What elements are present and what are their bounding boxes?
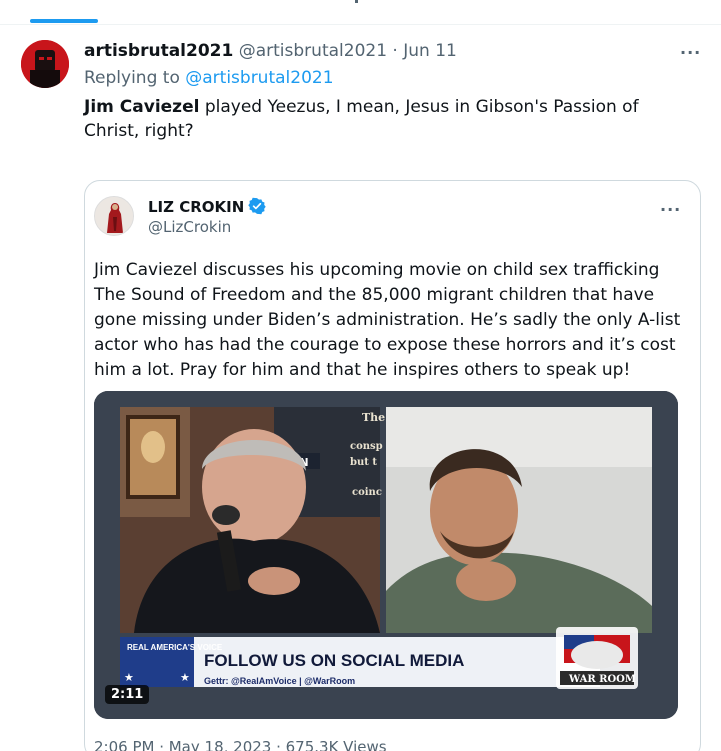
sign-word-3: but t bbox=[350, 457, 377, 468]
avatar-figure-icon bbox=[21, 40, 69, 88]
video-duration: 2:11 bbox=[105, 685, 150, 704]
banner-headline: FOLLOW US ON SOCIAL MEDIA bbox=[204, 651, 464, 670]
top-divider bbox=[0, 24, 721, 25]
quote-avatar[interactable] bbox=[94, 196, 134, 236]
sign-word-2: consp bbox=[350, 441, 383, 452]
video-frame: The consp but t coinc ON REAL AMERICA bbox=[94, 391, 678, 719]
quote-tweet-text: Jim Caviezel discusses his upcoming movi… bbox=[94, 260, 681, 380]
author-name[interactable]: artisbrutal2021 bbox=[84, 41, 233, 61]
top-cutoff-glyph bbox=[355, 0, 358, 3]
quote-tweet-card[interactable]: LIZ CROKIN @LizCrokin ··· Jim Caviezel d… bbox=[84, 180, 701, 751]
quote-avatar-figure-icon bbox=[95, 197, 133, 235]
replying-handle-link[interactable]: @artisbrutal2021 bbox=[185, 68, 333, 88]
war-room-label: WAR ROOM bbox=[568, 674, 636, 685]
quote-footer-partial: 2:06 PM · May 18, 2023 · 675.3K Views bbox=[94, 738, 387, 751]
tweet-text: Jim Caviezel played Yeezus, I mean, Jesu… bbox=[84, 95, 694, 143]
quote-author-name[interactable]: LIZ CROKIN bbox=[148, 198, 244, 216]
active-tab-indicator bbox=[30, 19, 98, 23]
separator-dot: · bbox=[392, 41, 398, 61]
tweet-date[interactable]: Jun 11 bbox=[403, 41, 457, 61]
banner-sub: Gettr: @RealAmVoice | @WarRoom bbox=[204, 676, 355, 686]
avatar[interactable] bbox=[21, 40, 69, 88]
more-options-icon[interactable]: ··· bbox=[680, 45, 701, 61]
video-player[interactable]: The consp but t coinc ON REAL AMERICA bbox=[94, 391, 678, 719]
tweet-text-bold: Jim Caviezel bbox=[84, 97, 200, 117]
tweet-header: artisbrutal2021 @artisbrutal2021 · Jun 1… bbox=[84, 41, 457, 61]
replying-prefix: Replying to bbox=[84, 68, 180, 88]
star-icon-2: ★ bbox=[180, 671, 190, 684]
verified-badge-icon bbox=[248, 197, 267, 219]
sign-word-4: coinc bbox=[352, 487, 382, 498]
sign-word-1: The bbox=[362, 411, 385, 424]
author-handle[interactable]: @artisbrutal2021 bbox=[239, 41, 387, 61]
star-icon: ★ bbox=[124, 671, 134, 684]
quote-author-row: LIZ CROKIN bbox=[148, 197, 267, 219]
replying-to: Replying to @artisbrutal2021 bbox=[84, 68, 334, 88]
quote-author-handle[interactable]: @LizCrokin bbox=[148, 218, 231, 236]
quote-more-options-icon[interactable]: ··· bbox=[660, 202, 681, 218]
